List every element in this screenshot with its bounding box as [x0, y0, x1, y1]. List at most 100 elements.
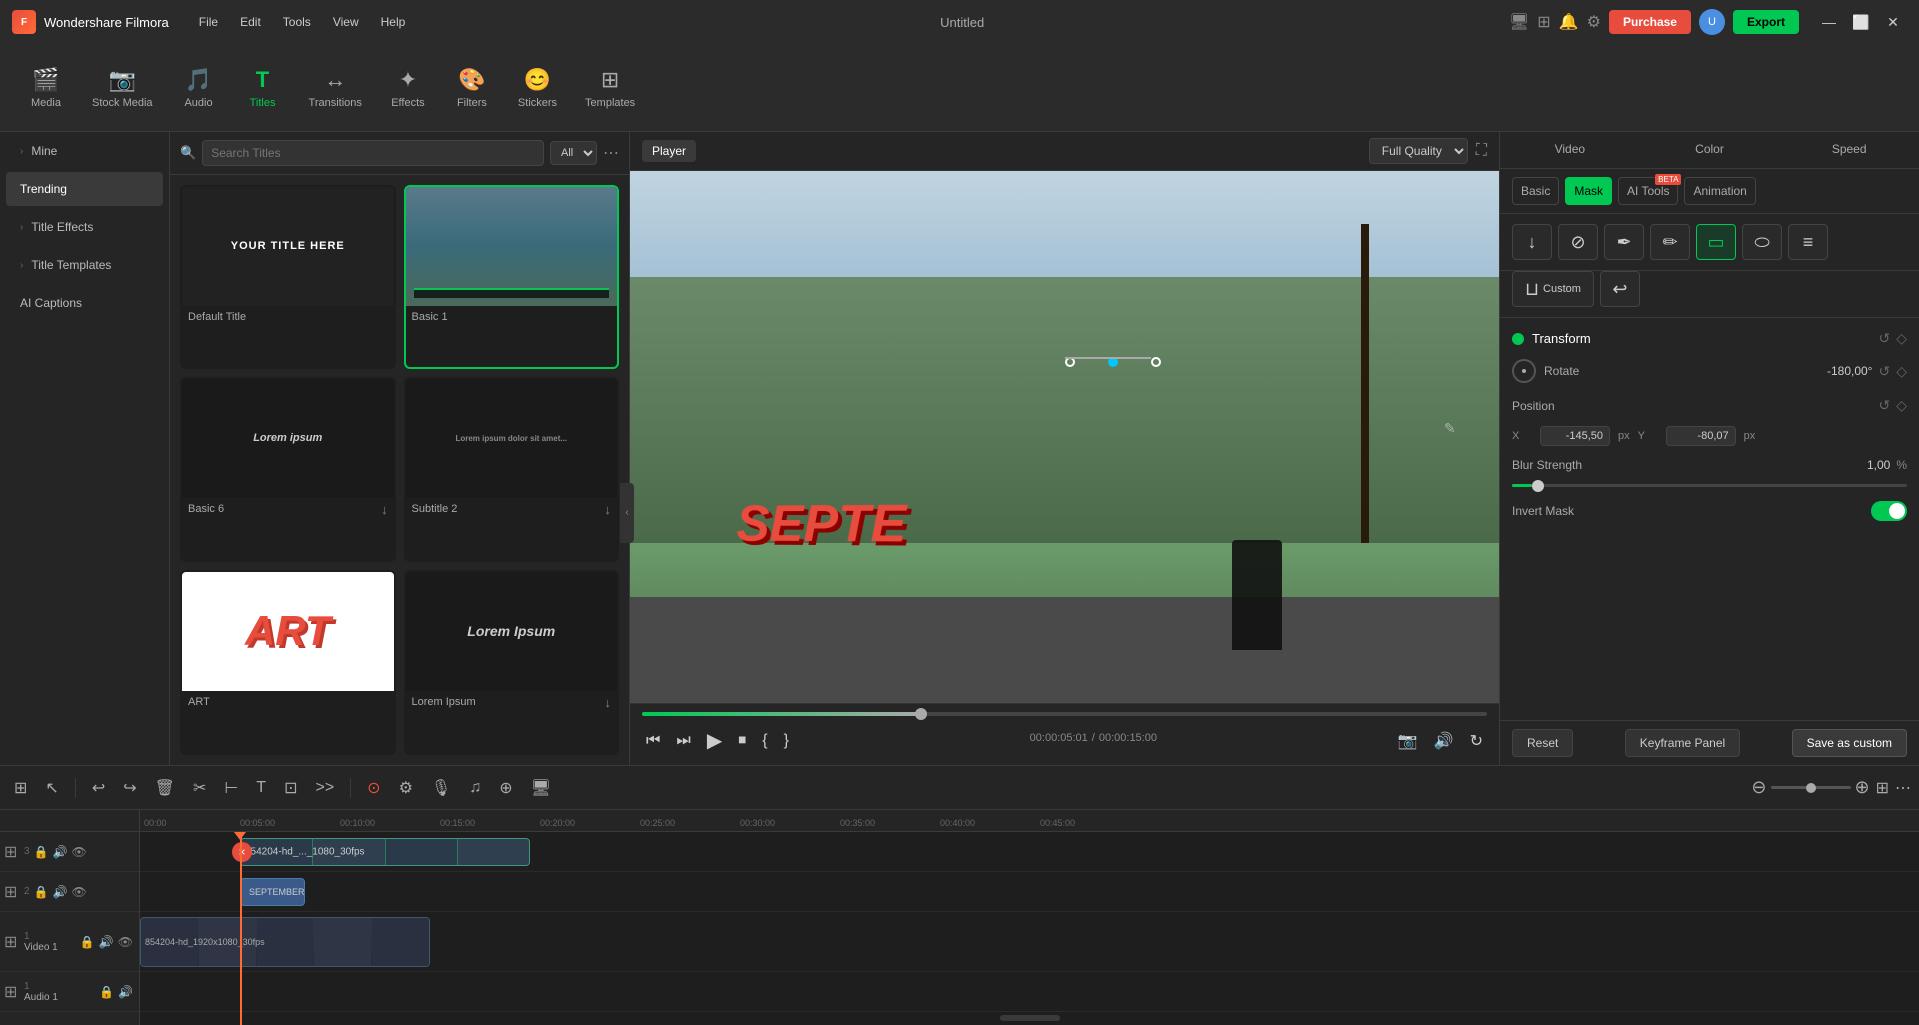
- subtab-mask[interactable]: Mask: [1565, 177, 1612, 205]
- clip-main[interactable]: 854204-hd_..._1080_30fps: [240, 838, 530, 866]
- filter-select[interactable]: All: [550, 141, 597, 165]
- search-input[interactable]: [202, 140, 544, 166]
- more-tools-button[interactable]: >>: [309, 775, 340, 801]
- tool-stock[interactable]: 📷 Stock Media: [80, 59, 165, 117]
- purchase-button[interactable]: Purchase: [1609, 10, 1691, 34]
- delete-button[interactable]: 🗑: [149, 774, 181, 802]
- track-add-2-icon[interactable]: ⊞: [4, 882, 17, 902]
- redo-button[interactable]: ↪: [117, 774, 142, 802]
- title-card-subtitle2[interactable]: Lorem ipsum dolor sit amet... Subtitle 2…: [404, 377, 620, 562]
- clip-title[interactable]: SEPTEMBER: [240, 878, 305, 906]
- transform-toggle-icon[interactable]: [1512, 333, 1524, 345]
- zoom-slider[interactable]: [1771, 786, 1851, 789]
- rotate-keyframe-button[interactable]: ◇: [1896, 363, 1907, 380]
- transform-diamond-button[interactable]: ◇: [1896, 330, 1907, 347]
- position-reset-button[interactable]: ↺: [1878, 397, 1890, 414]
- rotate-circle[interactable]: [1512, 359, 1536, 383]
- clip-video[interactable]: 854204-hd_1920x1080_30fps: [140, 917, 430, 967]
- track-eye-1-icon[interactable]: 👁: [118, 935, 133, 949]
- edit-icon[interactable]: ✎: [1444, 420, 1456, 437]
- collapse-panel-button[interactable]: ‹: [620, 483, 634, 543]
- track-mute-audio-icon[interactable]: 🔊: [118, 985, 133, 999]
- timeline-layout-button[interactable]: ⊞: [8, 774, 33, 802]
- more-button[interactable]: ↻: [1466, 727, 1487, 755]
- stop-button[interactable]: ⏹: [734, 728, 750, 754]
- sidebar-item-trending[interactable]: Trending: [6, 172, 163, 206]
- export-button[interactable]: Export: [1733, 10, 1799, 34]
- text-button[interactable]: T: [250, 775, 272, 801]
- transform-reset-button[interactable]: ↺: [1878, 330, 1890, 347]
- title-card-default[interactable]: YOUR TITLE HERE Default Title: [180, 185, 396, 369]
- menu-help[interactable]: Help: [371, 11, 416, 33]
- tab-video[interactable]: Video: [1500, 132, 1640, 168]
- shape-pen-btn[interactable]: ✒: [1604, 224, 1644, 260]
- mark-in-button[interactable]: {: [758, 728, 771, 754]
- screen-record-button[interactable]: 🖥: [525, 774, 557, 802]
- track-mute-2-icon[interactable]: 🔊: [53, 885, 68, 899]
- zoom-handle[interactable]: [1806, 783, 1816, 793]
- menu-edit[interactable]: Edit: [230, 11, 271, 33]
- tab-speed[interactable]: Speed: [1779, 132, 1919, 168]
- skip-back-button[interactable]: ⏮: [642, 728, 664, 754]
- zoom-in-button[interactable]: ⊕: [1855, 777, 1870, 798]
- track-eye-2-icon[interactable]: 👁: [71, 885, 86, 899]
- tool-filters[interactable]: 🎨 Filters: [442, 59, 502, 117]
- camera2-button[interactable]: ⊕: [493, 774, 518, 802]
- grid-button[interactable]: ⊞: [1876, 778, 1889, 798]
- quality-select[interactable]: Full Quality: [1369, 138, 1468, 164]
- shape-cross-btn[interactable]: ⊘: [1558, 224, 1598, 260]
- menu-view[interactable]: View: [323, 11, 369, 33]
- auto-cut-button[interactable]: ⚙: [393, 774, 419, 802]
- tool-titles[interactable]: T Titles: [233, 59, 293, 117]
- title-card-art[interactable]: ART ART: [180, 570, 396, 755]
- download-basic6-icon[interactable]: ↓: [375, 498, 394, 521]
- media-icon[interactable]: 🖥: [1509, 12, 1529, 32]
- keyframe-panel-button[interactable]: Keyframe Panel: [1625, 729, 1740, 757]
- music-button[interactable]: ♫: [463, 775, 487, 801]
- track-lock-2-icon[interactable]: 🔒: [34, 885, 49, 899]
- track-mute-1-icon[interactable]: 🔊: [99, 935, 114, 949]
- step-back-button[interactable]: ⏭: [672, 728, 694, 754]
- zoom-out-button[interactable]: ⊖: [1751, 777, 1766, 798]
- sidebar-item-mine[interactable]: › Mine: [6, 134, 163, 168]
- tool-media[interactable]: 🎬 Media: [16, 59, 76, 117]
- position-keyframe-button[interactable]: ◇: [1896, 397, 1907, 414]
- fullscreen-icon[interactable]: ⛶: [1476, 142, 1487, 160]
- track-lock-3-icon[interactable]: 🔒: [34, 845, 49, 859]
- tool-stickers[interactable]: 😊 Stickers: [506, 59, 569, 117]
- sidebar-item-title-templates[interactable]: › Title Templates: [6, 248, 163, 282]
- track-lock-audio-icon[interactable]: 🔒: [99, 985, 114, 999]
- title-card-basic6[interactable]: Lorem ipsum Basic 6 ↓: [180, 377, 396, 562]
- tool-templates[interactable]: ⊞ Templates: [573, 59, 647, 117]
- title-card-basic1[interactable]: Basic 1: [404, 185, 620, 369]
- subtab-animation[interactable]: Animation: [1684, 177, 1755, 205]
- settings-icon[interactable]: ⚙: [1587, 12, 1601, 32]
- minimize-button[interactable]: —: [1815, 12, 1843, 32]
- shape-custom-btn[interactable]: ⊔ Custom: [1512, 271, 1594, 307]
- save-as-custom-button[interactable]: Save as custom: [1792, 729, 1907, 757]
- download-lorem-icon[interactable]: ↓: [599, 691, 618, 714]
- crop-button[interactable]: ⊡: [278, 774, 303, 802]
- shape-pencil-btn[interactable]: ✏: [1650, 224, 1690, 260]
- title-card-lorem[interactable]: Lorem Ipsum Lorem Ipsum ↓: [404, 570, 620, 755]
- cut-button[interactable]: ✂: [187, 774, 212, 802]
- audio-record-button[interactable]: 🎙: [425, 774, 457, 802]
- info-icon[interactable]: 🔔: [1559, 12, 1579, 32]
- blur-slider-handle[interactable]: [1532, 480, 1544, 492]
- player-tab[interactable]: Player: [642, 140, 696, 162]
- more-options-icon[interactable]: ⋯: [603, 143, 619, 163]
- track-add-3-icon[interactable]: ⊞: [4, 842, 17, 862]
- shape-ellipse-btn[interactable]: ⬭: [1742, 224, 1782, 260]
- invert-mask-toggle[interactable]: [1871, 501, 1907, 521]
- undo-button[interactable]: ↩: [86, 774, 111, 802]
- rotate-reset-button[interactable]: ↺: [1878, 363, 1890, 380]
- trim-button[interactable]: ⊢: [218, 774, 244, 802]
- sidebar-item-title-effects[interactable]: › Title Effects: [6, 210, 163, 244]
- tool-transitions[interactable]: ↔ Transitions: [297, 59, 374, 117]
- timeline-select-button[interactable]: ↖: [39, 774, 64, 802]
- shape-freehand-btn[interactable]: ↩: [1600, 271, 1640, 307]
- close-button[interactable]: ✕: [1879, 12, 1907, 32]
- subtab-ai-tools[interactable]: AI Tools BETA: [1618, 177, 1678, 205]
- reset-button[interactable]: Reset: [1512, 729, 1573, 757]
- x-input[interactable]: [1540, 426, 1610, 446]
